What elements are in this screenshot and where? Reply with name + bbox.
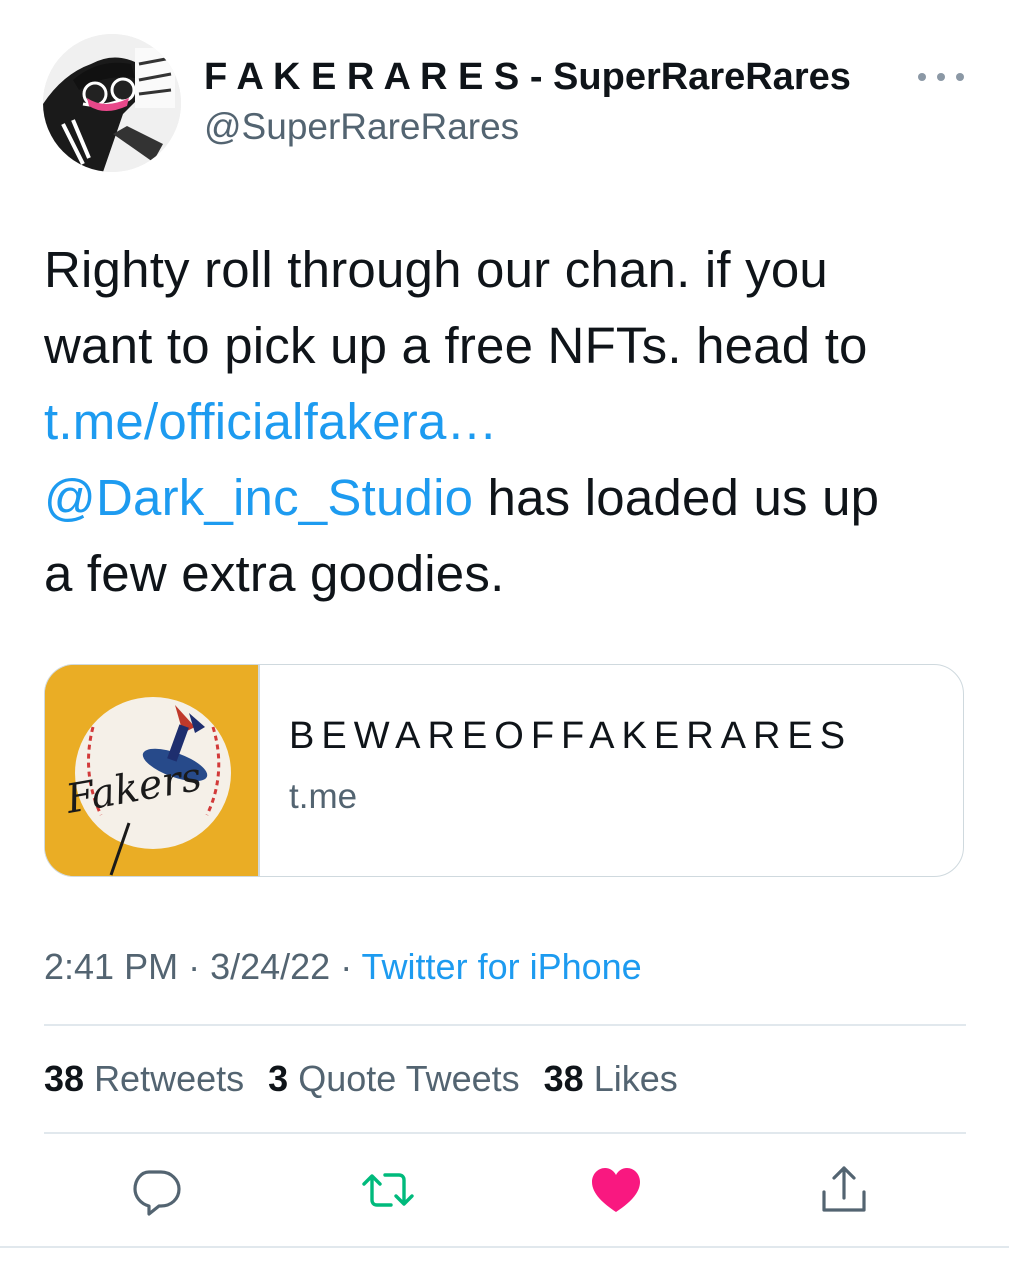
engagement-stats: 38 Retweets 3 Quote Tweets 38 Likes [44, 1058, 678, 1100]
tweet-source[interactable]: Twitter for iPhone [362, 946, 642, 987]
separator: · [330, 946, 362, 987]
tweet-metadata: 2:41 PM · 3/24/22 · Twitter for iPhone [44, 946, 642, 988]
card-domain: t.me [289, 777, 358, 816]
share-button[interactable] [816, 1162, 872, 1218]
retweet-button[interactable] [360, 1162, 416, 1218]
yankees-fakers-logo-icon: Fakers [45, 665, 258, 876]
link-preview-card[interactable]: Fakers BEWAREOFFAKERARES t.me [44, 664, 964, 877]
separator: · [178, 946, 211, 987]
avatar-illustration [43, 34, 181, 172]
avatar[interactable] [43, 34, 181, 172]
tweet-time[interactable]: 2:41 PM [44, 946, 178, 987]
tweet-text: Righty roll through our chan. if you wan… [44, 232, 974, 612]
likes-count: 38 [543, 1058, 584, 1099]
tweet-link[interactable]: t.me/officialfakera… [44, 393, 498, 450]
card-title: BEWAREOFFAKERARES [289, 715, 853, 757]
quote-tweets-stat[interactable]: 3 Quote Tweets [268, 1058, 520, 1099]
retweets-count: 38 [44, 1058, 85, 1099]
author-handle[interactable]: @SuperRareRares [204, 106, 519, 148]
author-display-name[interactable]: F A K E R A R E S - SuperRareRares [204, 56, 851, 99]
quote-tweets-count: 3 [268, 1058, 289, 1099]
dot [918, 73, 926, 81]
likes-label: Likes [593, 1058, 678, 1099]
mention-link[interactable]: @Dark_inc_Studio [44, 469, 473, 526]
reply-icon [133, 1170, 181, 1216]
retweets-stat[interactable]: 38 Retweets [44, 1058, 244, 1099]
dot [937, 73, 945, 81]
heart-icon [592, 1168, 640, 1212]
tweet-line: a few extra goodies. [44, 545, 505, 602]
dot [956, 73, 964, 81]
like-button[interactable] [588, 1162, 644, 1218]
divider [0, 1246, 1009, 1248]
share-icon [822, 1166, 866, 1212]
retweet-icon [362, 1173, 414, 1207]
retweets-label: Retweets [94, 1058, 245, 1099]
tweet-line: want to pick up a free NFTs. head to [44, 317, 868, 374]
tweet-date[interactable]: 3/24/22 [210, 946, 330, 987]
divider [44, 1024, 966, 1026]
card-thumbnail: Fakers [45, 665, 258, 876]
card-divider [258, 665, 260, 876]
reply-button[interactable] [129, 1162, 185, 1218]
divider [44, 1132, 966, 1134]
quote-tweets-label: Quote Tweets [298, 1058, 520, 1099]
tweet-line: Righty roll through our chan. if you [44, 241, 828, 298]
tweet-line: has loaded us up [473, 469, 880, 526]
likes-stat[interactable]: 38 Likes [544, 1058, 678, 1099]
more-options-icon[interactable] [918, 62, 964, 92]
